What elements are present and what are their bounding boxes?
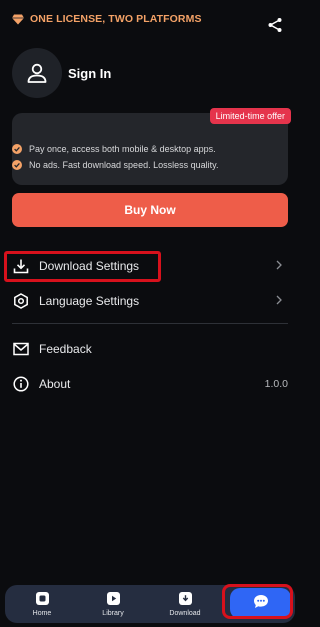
promo-item: No ads. Fast download speed. Lossless qu… <box>12 160 218 170</box>
mail-icon <box>12 340 30 358</box>
promo-title-text: ONE LICENSE, TWO PLATFORMS <box>30 13 202 25</box>
nav-home[interactable]: Home <box>14 585 70 623</box>
nav-chat[interactable] <box>230 588 291 619</box>
sign-in-label[interactable]: Sign In <box>68 66 111 81</box>
menu-item-feedback[interactable]: Feedback <box>12 335 288 363</box>
hexagon-settings-icon <box>12 292 30 310</box>
info-icon <box>12 375 30 393</box>
nav-download-label: Download <box>169 609 201 617</box>
divider <box>12 323 288 324</box>
feedback-label: Feedback <box>39 342 92 356</box>
menu-item-language-settings[interactable]: Language Settings <box>12 287 288 315</box>
diamond-icon <box>12 14 24 25</box>
nav-home-label: Home <box>32 609 52 617</box>
menu-item-download-settings[interactable]: Download Settings <box>12 252 288 280</box>
check-circle-icon <box>12 160 22 170</box>
nav-download[interactable]: Download <box>157 585 213 623</box>
check-circle-icon <box>12 144 22 154</box>
limited-offer-badge: Limited-time offer <box>209 108 291 124</box>
chevron-right-icon <box>276 260 282 270</box>
share-icon <box>268 18 282 32</box>
promo-item-text: No ads. Fast download speed. Lossless qu… <box>29 160 219 170</box>
language-settings-label: Language Settings <box>39 294 140 308</box>
app-version: 1.0.0 <box>264 378 288 390</box>
promo-item: Pay once, access both mobile & desktop a… <box>12 144 216 154</box>
download-settings-label: Download Settings <box>39 259 140 273</box>
nav-library-label: Library <box>102 609 124 617</box>
promo-item-text: Pay once, access both mobile & desktop a… <box>29 144 216 154</box>
share-button[interactable] <box>264 14 286 36</box>
buy-now-button[interactable]: Buy Now <box>12 193 288 227</box>
menu-item-about[interactable]: About 1.0.0 <box>12 370 288 398</box>
chevron-right-icon <box>276 295 282 305</box>
about-label: About <box>39 377 71 391</box>
promo-title: ONE LICENSE, TWO PLATFORMS <box>12 13 202 25</box>
user-icon <box>27 63 47 83</box>
download-icon <box>178 591 192 605</box>
avatar <box>12 48 62 98</box>
home-icon <box>35 591 49 605</box>
play-icon <box>106 591 120 605</box>
bottom-nav: Home Library Download <box>5 585 295 623</box>
chat-bubble-icon <box>253 594 269 614</box>
download-icon <box>12 257 30 275</box>
nav-library[interactable]: Library <box>85 585 141 623</box>
sign-in-row[interactable]: Sign In <box>12 48 288 98</box>
